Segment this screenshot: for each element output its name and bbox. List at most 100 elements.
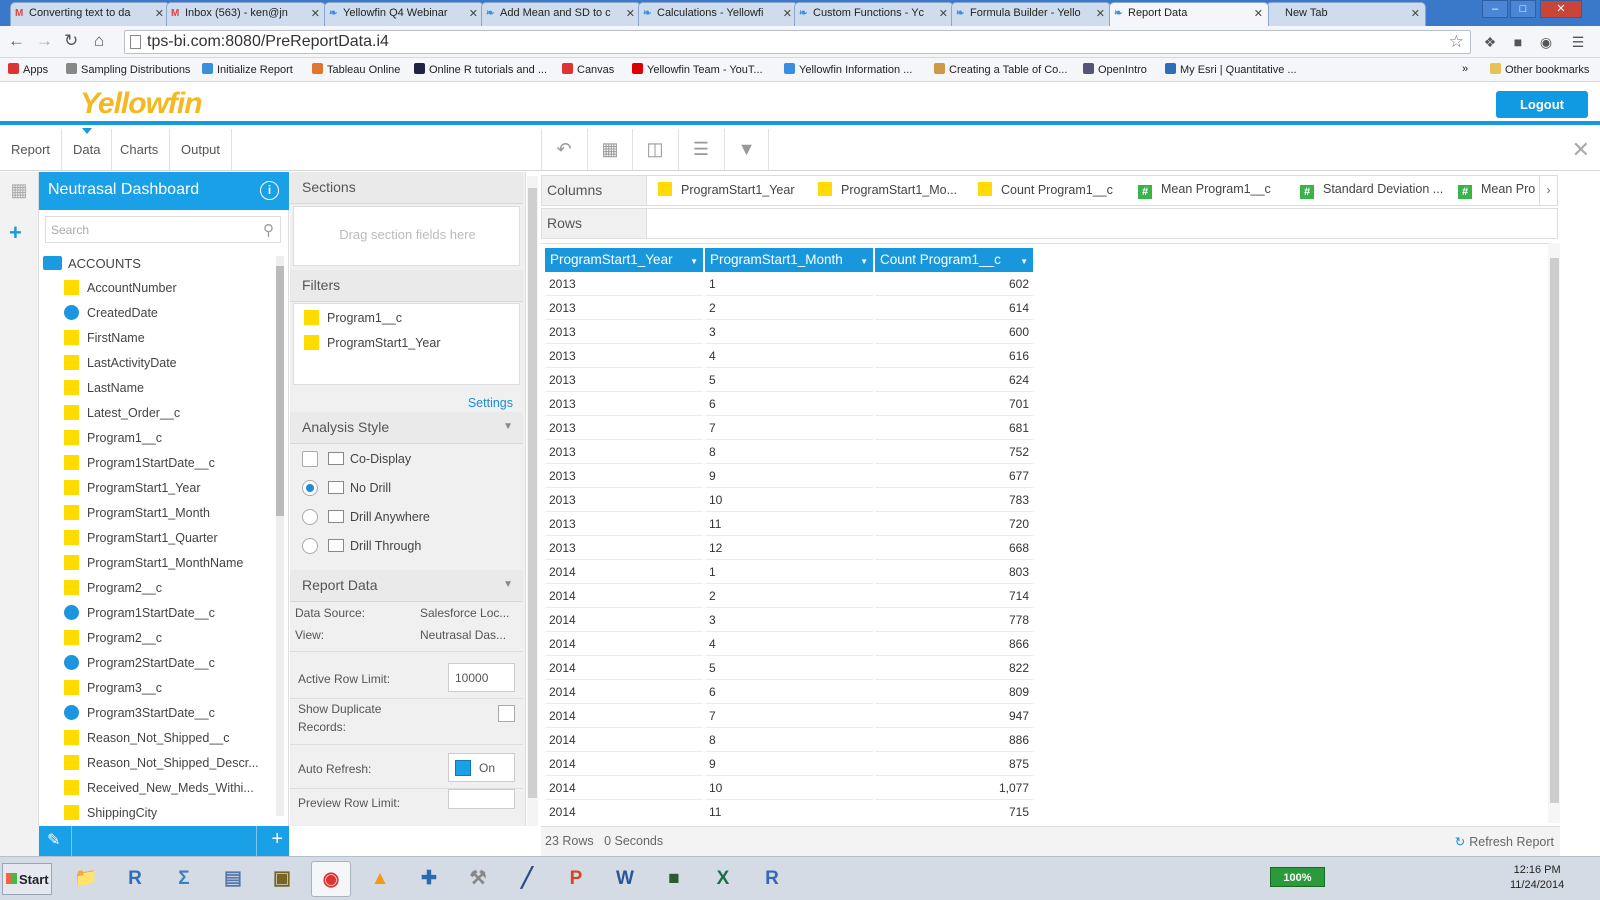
no-drill-radio[interactable] bbox=[302, 480, 318, 496]
tab-output[interactable]: Output bbox=[170, 129, 233, 170]
co-display-option[interactable]: Co-Display bbox=[302, 451, 411, 467]
column-chip[interactable]: # Mean Pro bbox=[1458, 182, 1535, 199]
analysis-style-header[interactable]: Analysis Style ▼ bbox=[290, 412, 523, 444]
close-icon[interactable]: ✕ bbox=[469, 7, 478, 20]
other-bookmarks[interactable]: Other bookmarks bbox=[1490, 63, 1589, 76]
plot-taskbar-icon[interactable]: ✚ bbox=[409, 861, 449, 897]
show-duplicates-checkbox[interactable] bbox=[498, 705, 515, 722]
field-item[interactable]: Program2__c bbox=[64, 580, 275, 600]
menu-icon[interactable]: ☰ bbox=[1570, 34, 1586, 50]
column-header[interactable]: Count Program1__c ▼ bbox=[875, 248, 1033, 272]
active-row-limit-input[interactable]: 10000 bbox=[448, 663, 515, 692]
field-item[interactable]: Reason_Not_Shipped_Descr... bbox=[64, 755, 275, 775]
field-item[interactable]: Program1__c bbox=[64, 430, 275, 450]
extension-icon[interactable]: ❖ bbox=[1482, 34, 1498, 50]
list-icon[interactable]: ☰ bbox=[678, 129, 723, 170]
browser-tab[interactable]: ❧ Formula Builder - Yello ✕ bbox=[951, 2, 1111, 26]
filter-icon[interactable]: ▼ bbox=[724, 129, 769, 170]
column-header[interactable]: ProgramStart1_Month ▼ bbox=[705, 248, 873, 272]
column-chip[interactable]: # Mean Program1__c bbox=[1138, 182, 1271, 199]
preview-row-limit-input[interactable] bbox=[448, 789, 515, 809]
close-icon[interactable]: ✕ bbox=[311, 7, 320, 20]
chevron-right-icon[interactable]: › bbox=[1539, 176, 1557, 205]
close-window-icon[interactable]: ✕ bbox=[1540, 0, 1582, 18]
column-chip[interactable]: Count Program1__c bbox=[978, 182, 1113, 197]
close-icon[interactable]: ✕ bbox=[1411, 7, 1420, 20]
bookmark-item[interactable]: Yellowfin Team - YouT... bbox=[632, 63, 763, 76]
close-icon[interactable]: ✕ bbox=[783, 7, 792, 20]
search-icon[interactable]: ⚲ bbox=[263, 221, 274, 239]
maximize-icon[interactable]: □ bbox=[1510, 0, 1536, 18]
field-item[interactable]: Program1StartDate__c bbox=[64, 455, 275, 475]
info-icon[interactable]: i bbox=[260, 181, 279, 200]
browser-tab[interactable]: New Tab ✕ bbox=[1266, 2, 1426, 26]
powerpoint-taskbar-icon[interactable]: P bbox=[556, 861, 596, 897]
co-display-checkbox[interactable] bbox=[302, 451, 318, 467]
tab-report[interactable]: Report bbox=[0, 129, 63, 170]
battery-indicator[interactable]: 100% bbox=[1270, 867, 1325, 887]
column-chip[interactable]: ProgramStart1_Mo... bbox=[818, 182, 957, 197]
field-item[interactable]: ProgramStart1_Month bbox=[64, 505, 275, 525]
bookmark-item[interactable]: Tableau Online bbox=[312, 63, 400, 76]
logout-button[interactable]: Logout bbox=[1496, 91, 1588, 118]
drill-through-radio[interactable] bbox=[302, 538, 318, 554]
sections-dropzone[interactable]: Drag section fields here bbox=[293, 206, 520, 266]
tool-taskbar-icon[interactable]: ⚒ bbox=[458, 861, 498, 897]
browser-tab[interactable]: M Inbox (563) - ken@jn ✕ bbox=[166, 2, 326, 26]
bookmark-item[interactable]: Sampling Distributions bbox=[66, 63, 190, 76]
sigma-taskbar-icon[interactable]: Σ bbox=[164, 861, 204, 897]
edit-icon[interactable]: ✎ bbox=[47, 830, 60, 850]
r-console-taskbar-icon[interactable]: R bbox=[115, 861, 155, 897]
field-item[interactable]: LastName bbox=[64, 380, 275, 400]
filter-item[interactable]: Program1__c bbox=[304, 310, 402, 325]
sketch-taskbar-icon[interactable]: ╱ bbox=[507, 861, 547, 897]
address-bar[interactable]: tps-bi.com:8080/PreReportData.i4 ☆ bbox=[124, 30, 1471, 54]
close-icon[interactable]: ✕ bbox=[155, 7, 164, 20]
close-icon[interactable]: ✕ bbox=[939, 7, 948, 20]
close-icon[interactable]: ✕ bbox=[1572, 137, 1590, 163]
bookmark-item[interactable]: Online R tutorials and ... bbox=[414, 63, 547, 76]
browser-tab[interactable]: M Converting text to da ✕ bbox=[10, 2, 170, 26]
field-item[interactable]: Program2__c bbox=[64, 630, 275, 650]
sort-menu-icon[interactable]: ▼ bbox=[1020, 257, 1028, 266]
filters-dropzone[interactable]: Program1__c ProgramStart1_Year bbox=[293, 303, 520, 385]
field-item[interactable]: Reason_Not_Shipped__c bbox=[64, 730, 275, 750]
rstudio-taskbar-icon[interactable]: R bbox=[752, 861, 792, 897]
bookmark-item[interactable]: My Esri | Quantitative ... bbox=[1165, 63, 1297, 76]
start-button[interactable]: Start bbox=[2, 863, 52, 895]
settings-scrollbar[interactable] bbox=[527, 176, 538, 826]
field-item[interactable]: ShippingCity bbox=[64, 805, 275, 825]
browser-tab[interactable]: ❧ Add Mean and SD to c ✕ bbox=[481, 2, 641, 26]
field-item[interactable]: FirstName bbox=[64, 330, 275, 350]
minimize-icon[interactable]: – bbox=[1482, 0, 1508, 18]
field-item[interactable]: LastActivityDate bbox=[64, 355, 275, 375]
bookmark-item[interactable]: Initialize Report bbox=[202, 63, 293, 76]
scroll-thumb[interactable] bbox=[276, 266, 284, 516]
columns-bar[interactable]: Columns ProgramStart1_Year ProgramStart1_… bbox=[541, 175, 1558, 206]
grid-icon[interactable]: ▦ bbox=[8, 180, 30, 200]
bookmark-item[interactable]: Creating a Table of Co... bbox=[934, 63, 1067, 76]
lock-taskbar-icon[interactable]: ▣ bbox=[262, 861, 302, 897]
sort-menu-icon[interactable]: ▼ bbox=[690, 257, 698, 266]
scroll-thumb[interactable] bbox=[528, 188, 537, 798]
column-chip[interactable]: # Standard Deviation ... bbox=[1300, 182, 1443, 199]
explorer-taskbar-icon[interactable]: 📁 bbox=[66, 861, 106, 897]
report-data-header[interactable]: Report Data ▼ bbox=[290, 570, 523, 602]
field-item[interactable]: AccountNumber bbox=[64, 280, 275, 300]
excel-taskbar-icon[interactable]: X bbox=[703, 861, 743, 897]
terminal-taskbar-icon[interactable]: ■ bbox=[654, 861, 694, 897]
rows-bar[interactable]: Rows bbox=[541, 208, 1558, 239]
column-header[interactable]: ProgramStart1_Year ▼ bbox=[545, 248, 703, 272]
field-item[interactable]: Program3StartDate__c bbox=[64, 705, 275, 725]
browser-tab[interactable]: ❧ Custom Functions - Yc ✕ bbox=[794, 2, 954, 26]
forward-icon[interactable]: → bbox=[36, 32, 53, 50]
add-field-icon[interactable]: + bbox=[271, 828, 283, 851]
tab-charts[interactable]: Charts bbox=[109, 129, 171, 170]
columns-icon[interactable]: ◫ bbox=[632, 129, 677, 170]
browser-tab[interactable]: ❧ Calculations - Yellowfi ✕ bbox=[638, 2, 798, 26]
field-item[interactable]: Program2StartDate__c bbox=[64, 655, 275, 675]
scroll-thumb[interactable] bbox=[1550, 258, 1559, 803]
sort-menu-icon[interactable]: ▼ bbox=[860, 257, 868, 266]
close-icon[interactable]: ✕ bbox=[626, 7, 635, 20]
star-icon[interactable]: ☆ bbox=[1449, 32, 1464, 52]
